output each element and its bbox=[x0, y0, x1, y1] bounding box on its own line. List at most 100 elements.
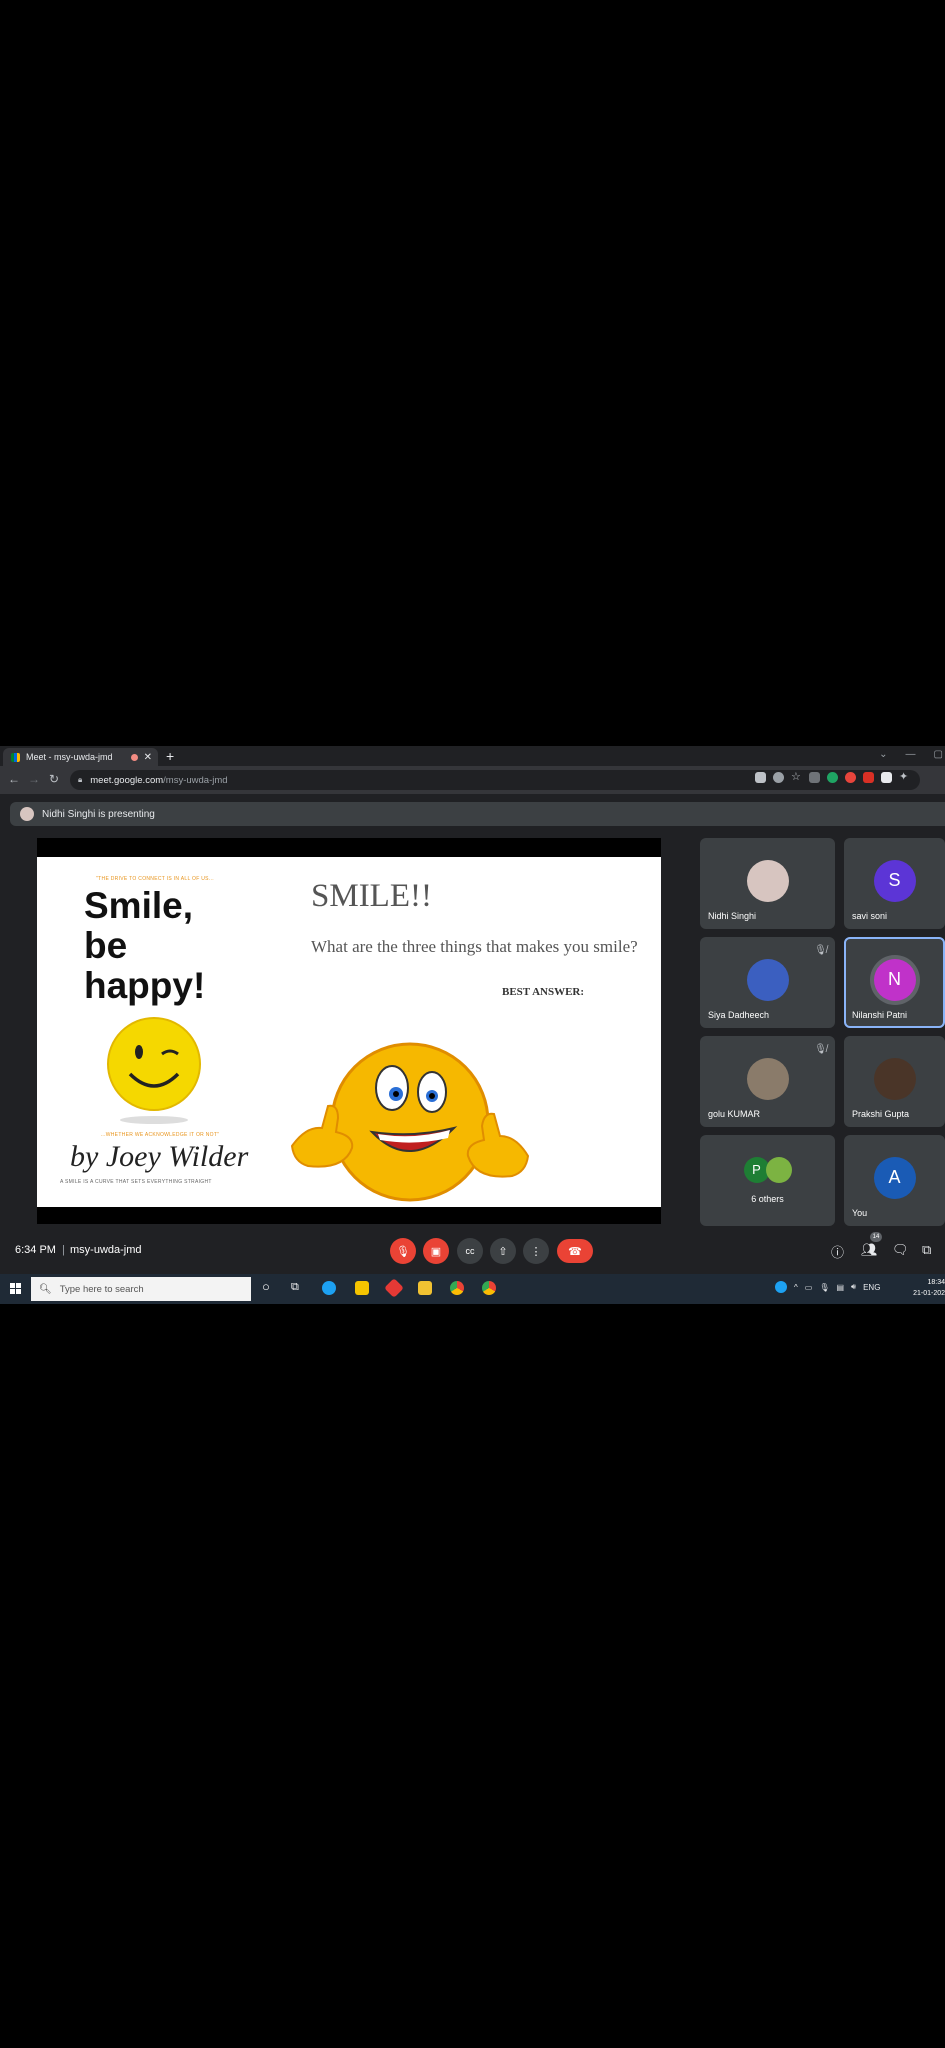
extension-2-icon[interactable] bbox=[827, 772, 838, 783]
participant-photo bbox=[765, 1156, 792, 1183]
self-avatar: A bbox=[873, 1156, 916, 1199]
book-author: by Joey Wilder bbox=[70, 1140, 249, 1173]
captions-button[interactable]: cc bbox=[457, 1238, 483, 1264]
url-path: /msy-uwda-jmd bbox=[163, 774, 228, 786]
book-title-line: be bbox=[84, 925, 128, 966]
meeting-code: msy-uwda-jmd bbox=[70, 1244, 142, 1256]
window-controls: ⌄ — ▢ bbox=[879, 749, 945, 760]
book-title-line: happy! bbox=[84, 965, 206, 1006]
participant-name: golu KUMAR bbox=[708, 1109, 761, 1119]
taskbar-search-placeholder: Type here to search bbox=[59, 1283, 144, 1295]
slide-question: What are the three things that makes you… bbox=[311, 937, 638, 956]
chrome-icon[interactable] bbox=[450, 1281, 464, 1295]
presenter-avatar bbox=[20, 807, 34, 821]
extension-icons: ☆ ✦ bbox=[755, 772, 910, 783]
participant-name: Nidhi Singhi bbox=[708, 911, 757, 921]
chrome-profile-icon[interactable] bbox=[482, 1281, 496, 1295]
activities-icon[interactable]: ⧉ bbox=[922, 1242, 931, 1258]
camera-off-icon: ▣ bbox=[430, 1245, 442, 1258]
system-tray: ^ ▭ 🎙︎ ▤ 🔊︎ ENG bbox=[775, 1281, 880, 1293]
edge-icon[interactable] bbox=[322, 1281, 336, 1295]
more-vert-icon: ⋮ bbox=[530, 1245, 542, 1258]
puzzle-icon[interactable]: ✦ bbox=[899, 772, 910, 783]
mic-off-button[interactable]: 🎙︎ bbox=[390, 1238, 416, 1264]
others-count: 6 others bbox=[751, 1194, 784, 1204]
participant-tile[interactable]: 🎙︎̸ golu KUMAR bbox=[700, 1036, 835, 1127]
participant-tile[interactable]: Prakshi Gupta bbox=[844, 1036, 945, 1127]
volume-icon[interactable]: 🔊︎ bbox=[851, 1282, 856, 1292]
present-button[interactable]: ⇧ bbox=[490, 1238, 516, 1264]
file-explorer-icon[interactable] bbox=[418, 1281, 432, 1295]
participant-name: Nilanshi Patni bbox=[852, 1010, 908, 1020]
extension-4-icon[interactable] bbox=[863, 772, 874, 783]
slide-title: SMILE!! bbox=[311, 878, 432, 914]
windows-start-icon[interactable] bbox=[10, 1283, 22, 1295]
clock-date: 21-01-202 bbox=[913, 1290, 945, 1297]
help-icon[interactable] bbox=[775, 1281, 787, 1293]
lock-icon: 🔒︎ bbox=[78, 775, 83, 784]
camera-icon[interactable] bbox=[755, 772, 766, 783]
taskbar-clock[interactable]: 18:34 21-01-202 bbox=[907, 1277, 945, 1299]
divider: | bbox=[62, 1244, 65, 1256]
share-icon[interactable] bbox=[773, 772, 784, 783]
back-icon[interactable]: ← bbox=[8, 772, 20, 786]
meeting-details-icon[interactable]: ⓘ bbox=[831, 1242, 844, 1261]
participant-name: Prakshi Gupta bbox=[852, 1109, 910, 1119]
task-view-icon[interactable]: ⧉ bbox=[291, 1281, 299, 1294]
participant-tile-speaking[interactable]: N Nilanshi Patni bbox=[844, 937, 945, 1028]
camera-off-button[interactable]: ▣ bbox=[423, 1238, 449, 1264]
mic-icon: 🎙︎ bbox=[819, 1282, 830, 1292]
slide-best-answer: BEST ANSWER: bbox=[502, 986, 585, 998]
bookmark-star-icon[interactable]: ☆ bbox=[791, 772, 802, 783]
more-options-button[interactable]: ⋮ bbox=[523, 1238, 549, 1264]
reload-icon[interactable]: ↻ bbox=[49, 772, 59, 786]
self-tile[interactable]: A You bbox=[844, 1135, 945, 1226]
thumbs-smiley-image bbox=[290, 1042, 530, 1202]
participant-tile[interactable]: Nidhi Singhi bbox=[700, 838, 835, 929]
participant-tile[interactable]: 🎙︎̸ Siya Dadheech bbox=[700, 937, 835, 1028]
tab-search-icon[interactable]: ⌄ bbox=[879, 749, 887, 760]
mic-off-icon: 🎙︎̸ bbox=[814, 1044, 827, 1055]
maximize-icon[interactable]: ▢ bbox=[934, 749, 943, 760]
participant-photo bbox=[746, 859, 789, 902]
participant-avatar: S bbox=[873, 859, 916, 902]
participant-name: Siya Dadheech bbox=[708, 1010, 770, 1020]
meeting-time: 6:34 PM bbox=[15, 1244, 56, 1256]
mic-off-icon: 🎙︎ bbox=[396, 1245, 410, 1258]
participant-name: You bbox=[852, 1208, 868, 1218]
chevron-up-icon[interactable]: ^ bbox=[794, 1283, 798, 1292]
presenting-text: Nidhi Singhi is presenting bbox=[42, 808, 155, 820]
meet-favicon-icon bbox=[11, 752, 20, 762]
search-icon: 🔍︎ bbox=[39, 1283, 52, 1295]
cortana-icon[interactable]: ○ bbox=[262, 1279, 270, 1294]
extension-5-icon[interactable] bbox=[881, 772, 892, 783]
browser-tab[interactable]: Meet - msy-uwda-jmd ✕ bbox=[3, 748, 158, 766]
network-icon[interactable]: ▤ bbox=[836, 1283, 844, 1292]
taskbar-search[interactable]: 🔍︎ Type here to search bbox=[31, 1277, 251, 1301]
book-tagline-bottom: ...WHETHER WE ACKNOWLEDGE IT OR NOT" bbox=[100, 1132, 220, 1138]
captions-icon: cc bbox=[465, 1246, 475, 1256]
tab-title: Meet - msy-uwda-jmd bbox=[26, 752, 113, 762]
sticky-notes-icon[interactable] bbox=[355, 1281, 369, 1295]
mic-off-icon: 🎙︎̸ bbox=[814, 945, 827, 956]
people-icon[interactable]: 👥︎ bbox=[861, 1242, 878, 1258]
extension-1-icon[interactable] bbox=[809, 772, 820, 783]
others-tile[interactable]: P 6 others bbox=[700, 1135, 835, 1226]
participant-name: savi soni bbox=[852, 911, 888, 921]
minimize-icon[interactable]: — bbox=[906, 749, 916, 760]
new-tab-button[interactable]: + bbox=[166, 748, 174, 764]
forward-icon[interactable]: → bbox=[28, 772, 40, 786]
participant-photo bbox=[746, 958, 789, 1001]
book-title-line: Smile, bbox=[84, 885, 193, 926]
participant-tile[interactable]: S savi soni bbox=[844, 838, 945, 929]
participant-photo bbox=[746, 1057, 789, 1100]
people-count-badge: 14 bbox=[870, 1232, 882, 1242]
language-indicator[interactable]: ENG bbox=[863, 1283, 880, 1292]
close-tab-icon[interactable]: ✕ bbox=[144, 752, 152, 763]
battery-icon: ▭ bbox=[804, 1282, 813, 1292]
clock-time: 18:34 bbox=[927, 1279, 945, 1286]
extension-3-icon[interactable] bbox=[845, 772, 856, 783]
chat-icon[interactable]: 🗨︎ bbox=[892, 1242, 909, 1258]
hang-up-icon: ☎︎ bbox=[568, 1245, 582, 1258]
leave-call-button[interactable]: ☎︎ bbox=[557, 1239, 593, 1263]
